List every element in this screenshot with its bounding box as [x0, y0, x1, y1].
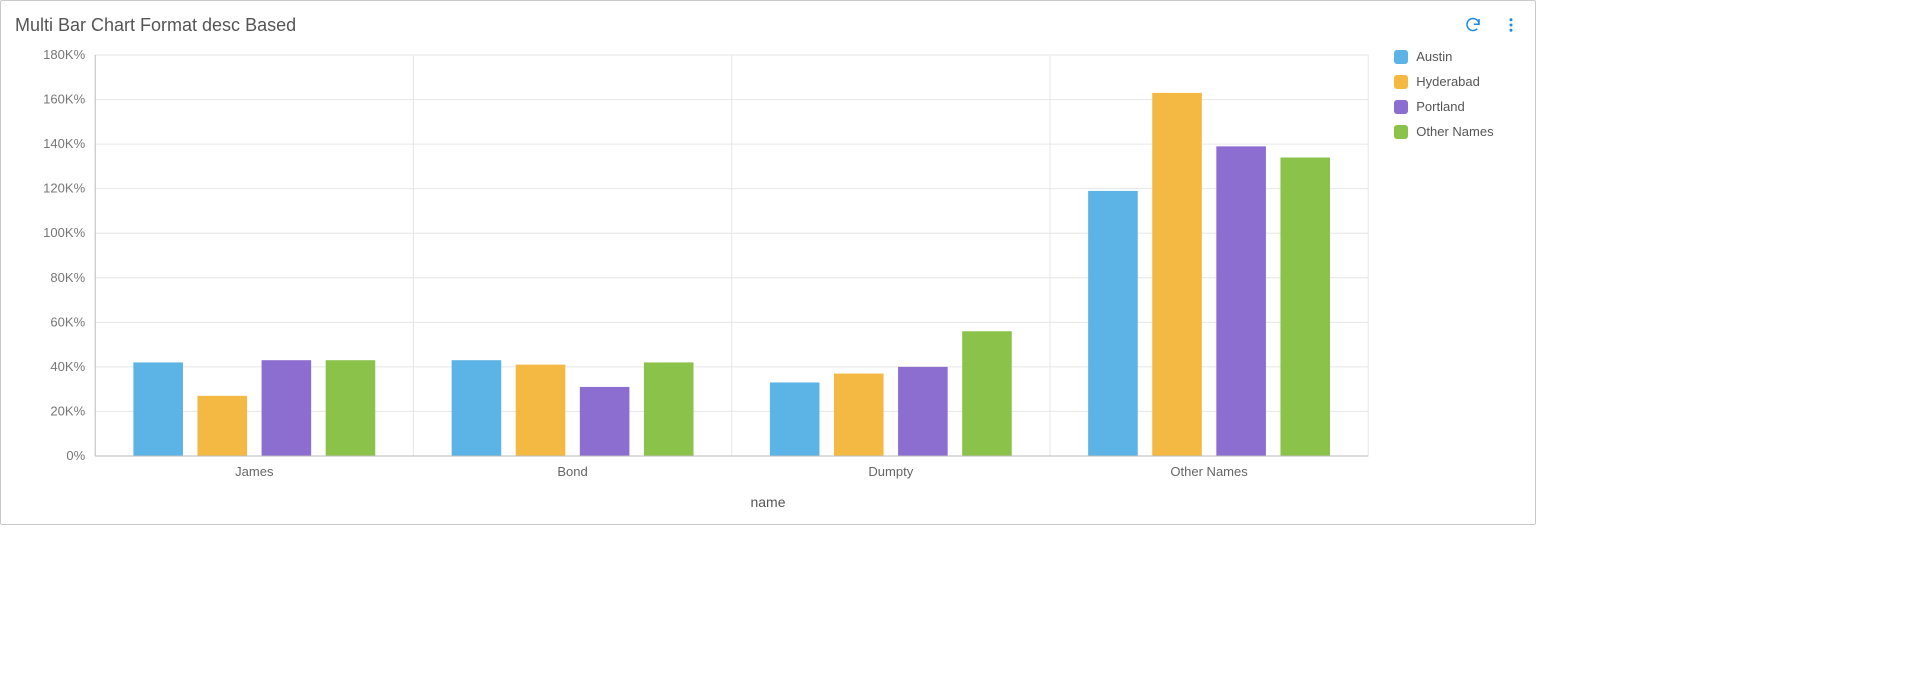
bar[interactable] [770, 382, 820, 456]
y-tick-label: 100K% [43, 225, 85, 240]
legend-swatch [1394, 75, 1408, 89]
x-tick-label: Dumpty [868, 464, 913, 479]
y-tick-label: 20K% [50, 403, 85, 418]
y-tick-label: 120K% [43, 181, 85, 196]
x-tick-label: Other Names [1170, 464, 1248, 479]
legend-item[interactable]: Austin [1394, 49, 1521, 64]
legend-swatch [1394, 125, 1408, 139]
legend-item[interactable]: Hyderabad [1394, 74, 1521, 89]
legend-label: Hyderabad [1416, 74, 1480, 89]
y-tick-label: 140K% [43, 136, 85, 151]
refresh-icon[interactable] [1463, 15, 1483, 35]
panel-actions [1463, 15, 1521, 35]
bar[interactable] [898, 367, 948, 456]
legend-label: Other Names [1416, 124, 1493, 139]
bar[interactable] [516, 365, 566, 456]
bar[interactable] [580, 387, 630, 456]
panel-header: Multi Bar Chart Format desc Based [15, 11, 1521, 39]
y-tick-label: 80K% [50, 270, 85, 285]
chart-body: 0% 20K% 40K% 60K% 80K% 100K% 120K% 140K% 160K% 18… [15, 45, 1521, 486]
bar[interactable] [1280, 157, 1330, 455]
legend-label: Portland [1416, 99, 1464, 114]
y-tick-label: 60K% [50, 314, 85, 329]
bar[interactable] [452, 360, 502, 456]
panel-title: Multi Bar Chart Format desc Based [15, 15, 296, 36]
x-tick-label: Bond [557, 464, 587, 479]
legend-swatch [1394, 100, 1408, 114]
bar[interactable] [326, 360, 376, 456]
bar[interactable] [962, 331, 1012, 456]
bar[interactable] [262, 360, 312, 456]
chart-panel: Multi Bar Chart Format desc Based 0% 20K%… [0, 0, 1536, 525]
legend-item[interactable]: Portland [1394, 99, 1521, 114]
y-tick-label: 0% [66, 448, 85, 463]
bar-chart: 0% 20K% 40K% 60K% 80K% 100K% 120K% 140K% 160K% 18… [15, 45, 1378, 486]
bar[interactable] [834, 374, 884, 456]
legend: Austin Hyderabad Portland Other Names [1378, 45, 1521, 486]
more-menu-icon[interactable] [1501, 15, 1521, 35]
bar[interactable] [644, 362, 694, 456]
legend-label: Austin [1416, 49, 1452, 64]
bar[interactable] [1088, 191, 1138, 456]
y-tick-label: 40K% [50, 359, 85, 374]
bar[interactable] [1216, 146, 1266, 456]
y-tick-label: 180K% [43, 47, 85, 62]
bar[interactable] [133, 362, 183, 456]
legend-item[interactable]: Other Names [1394, 124, 1521, 139]
bar[interactable] [1152, 93, 1202, 456]
x-axis-title: name [15, 494, 1521, 510]
y-tick-label: 160K% [43, 92, 85, 107]
x-tick-label: James [235, 464, 274, 479]
legend-swatch [1394, 50, 1408, 64]
bar[interactable] [197, 396, 247, 456]
